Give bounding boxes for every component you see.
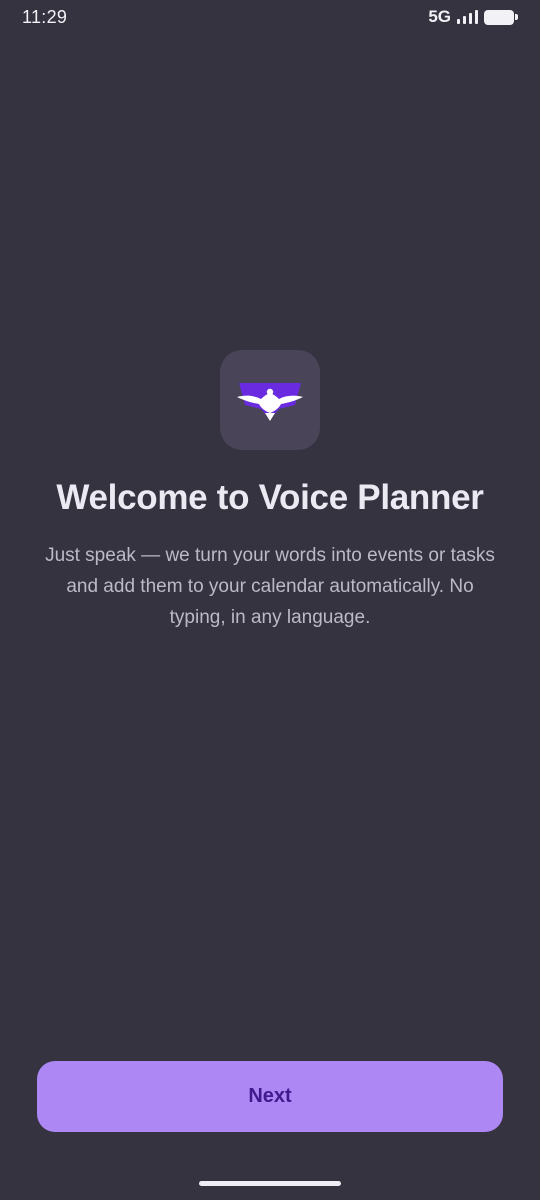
network-type: 5G: [428, 7, 451, 26]
status-bar: 11:29 5G: [0, 0, 540, 34]
signal-icon: [457, 10, 478, 24]
page-description: Just speak — we turn your words into eve…: [45, 545, 495, 628]
status-icons: 5G: [428, 7, 518, 27]
battery-icon: [484, 9, 518, 25]
home-indicator[interactable]: [199, 1181, 341, 1186]
next-button[interactable]: Next: [37, 1061, 503, 1132]
app-logo: [220, 350, 320, 450]
eagle-logo-icon: [237, 383, 303, 421]
page-title: Welcome to Voice Planner: [56, 478, 484, 517]
status-time: 11:29: [22, 6, 68, 27]
